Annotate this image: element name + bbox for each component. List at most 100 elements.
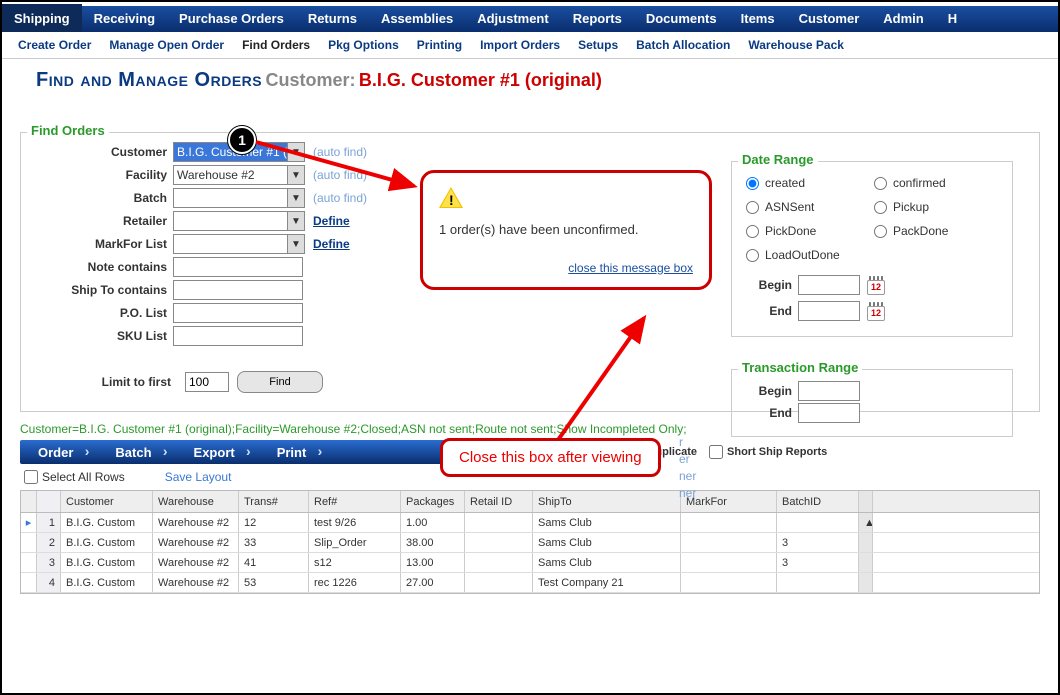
batch-select-value[interactable] — [173, 188, 287, 208]
page-title: Find and Manage Orders — [36, 69, 262, 91]
nav-item-shipping[interactable]: Shipping — [2, 4, 82, 32]
table-row[interactable]: 4B.I.G. CustomWarehouse #253rec 122627.0… — [21, 573, 1039, 593]
subnav-item-create-order[interactable]: Create Order — [18, 38, 91, 52]
label-retailer: Retailer — [33, 214, 173, 228]
nav-item-customer[interactable]: Customer — [787, 6, 872, 32]
label-tx-begin: Begin — [746, 384, 792, 398]
date-radio-loadoutdone[interactable]: LoadOutDone — [746, 244, 874, 266]
nav-item-receiving[interactable]: Receiving — [82, 6, 167, 32]
shipto-input[interactable] — [173, 280, 303, 300]
facility-select-value[interactable]: Warehouse #2 — [173, 165, 287, 185]
select-all-checkbox[interactable]: Select All Rows — [24, 470, 125, 484]
nav-item-returns[interactable]: Returns — [296, 6, 369, 32]
col-ref[interactable]: Ref# — [309, 491, 401, 512]
col-trans[interactable]: Trans# — [239, 491, 309, 512]
nav-item-purchase-orders[interactable]: Purchase Orders — [167, 6, 296, 32]
warning-icon: ! — [439, 187, 463, 211]
page-subtitle-label: Customer: — [265, 70, 355, 90]
annotation-note: Close this box after viewing — [440, 438, 661, 477]
col-packages[interactable]: Packages — [401, 491, 465, 512]
action-export[interactable]: Export — [176, 440, 259, 464]
date-radio-pickup[interactable]: Pickup — [874, 196, 1002, 218]
save-layout-link[interactable]: Save Layout — [165, 470, 232, 484]
grid-header: Customer Warehouse Trans# Ref# Packages … — [21, 491, 1039, 513]
note-input[interactable] — [173, 257, 303, 277]
subnav-item-setups[interactable]: Setups — [578, 38, 618, 52]
transaction-range-fieldset: Transaction Range Begin End — [731, 369, 1013, 437]
nav-item-adjustment[interactable]: Adjustment — [465, 6, 561, 32]
page-subtitle-customer: B.I.G. Customer #1 (original) — [359, 70, 602, 90]
nav-item-admin[interactable]: Admin — [871, 6, 935, 32]
col-warehouse[interactable]: Warehouse — [153, 491, 239, 512]
col-retailid[interactable]: Retail ID — [465, 491, 533, 512]
subnav-item-import-orders[interactable]: Import Orders — [480, 38, 560, 52]
subnav-item-find-orders[interactable]: Find Orders — [242, 38, 310, 52]
action-order[interactable]: Order — [20, 440, 97, 464]
col-shipto[interactable]: ShipTo — [533, 491, 681, 512]
sku-input[interactable] — [173, 326, 303, 346]
customer-select-toggle[interactable]: ▼ — [287, 142, 305, 162]
page-heading: Find and Manage Orders Customer: B.I.G. … — [2, 59, 1058, 92]
label-shipto: Ship To contains — [33, 283, 173, 297]
markfor-select-toggle[interactable]: ▼ — [287, 234, 305, 254]
col-customer[interactable]: Customer — [61, 491, 153, 512]
subnav-item-batch-allocation[interactable]: Batch Allocation — [636, 38, 730, 52]
markfor-select-value[interactable] — [173, 234, 287, 254]
short-ship-checkbox[interactable]: Short Ship Reports — [709, 445, 827, 459]
nav-item-items[interactable]: Items — [729, 6, 787, 32]
limit-input[interactable] — [185, 372, 229, 392]
subnav-item-warehouse-pack[interactable]: Warehouse Pack — [748, 38, 844, 52]
subnav-item-pkg-options[interactable]: Pkg Options — [328, 38, 399, 52]
date-radio-pickdone[interactable]: PickDone — [746, 220, 874, 242]
calendar-icon[interactable]: 12 — [866, 274, 886, 296]
calendar-icon[interactable]: 12 — [866, 300, 886, 322]
facility-select-toggle[interactable]: ▼ — [287, 165, 305, 185]
table-row[interactable]: ▸1B.I.G. CustomWarehouse #212test 9/261.… — [21, 513, 1039, 533]
table-row[interactable]: 2B.I.G. CustomWarehouse #233Slip_Order38… — [21, 533, 1039, 553]
close-message-link[interactable]: close this message box — [568, 261, 693, 275]
label-dr-end: End — [746, 304, 792, 318]
main-nav: ShippingReceivingPurchase OrdersReturnsA… — [2, 6, 1058, 32]
filter-form: Customer B.I.G. Customer #1 (o ▼ (auto f… — [33, 141, 423, 393]
dr-begin-input[interactable] — [798, 275, 860, 295]
customer-autofind[interactable]: (auto find) — [313, 145, 367, 159]
col-index — [37, 491, 61, 512]
nav-item-documents[interactable]: Documents — [634, 6, 729, 32]
date-radio-packdone[interactable]: PackDone — [874, 220, 1002, 242]
date-radio-asnsent[interactable]: ASNSent — [746, 196, 874, 218]
retailer-define[interactable]: Define — [313, 214, 350, 228]
grid-scrollbar[interactable] — [859, 491, 873, 512]
markfor-define[interactable]: Define — [313, 237, 350, 251]
find-button[interactable]: Find — [237, 371, 323, 393]
tx-begin-input[interactable] — [798, 381, 860, 401]
batch-select-toggle[interactable]: ▼ — [287, 188, 305, 208]
col-batchid[interactable]: BatchID — [777, 491, 859, 512]
annotation-badge-1: 1 — [228, 126, 256, 154]
date-range-legend: Date Range — [738, 152, 818, 167]
retailer-select-toggle[interactable]: ▼ — [287, 211, 305, 231]
date-radio-confirmed[interactable]: confirmed — [874, 172, 1002, 194]
table-row[interactable]: 3B.I.G. CustomWarehouse #241s1213.00Sams… — [21, 553, 1039, 573]
date-range-fieldset: Date Range createdconfirmedASNSentPickup… — [731, 161, 1013, 337]
nav-item-h[interactable]: H — [936, 6, 969, 32]
label-note: Note contains — [33, 260, 173, 274]
nav-item-reports[interactable]: Reports — [561, 6, 634, 32]
batch-autofind[interactable]: (auto find) — [313, 191, 367, 205]
tx-end-input[interactable] — [798, 403, 860, 423]
action-batch[interactable]: Batch — [97, 440, 175, 464]
date-radio-created[interactable]: created — [746, 172, 874, 194]
action-print[interactable]: Print — [259, 440, 331, 464]
subnav-item-manage-open-order[interactable]: Manage Open Order — [109, 38, 224, 52]
subnav-item-printing[interactable]: Printing — [417, 38, 462, 52]
dr-end-input[interactable] — [798, 301, 860, 321]
retailer-select-value[interactable] — [173, 211, 287, 231]
label-tx-end: End — [746, 406, 792, 420]
nav-item-assemblies[interactable]: Assemblies — [369, 6, 465, 32]
facility-autofind[interactable]: (auto find) — [313, 168, 367, 182]
col-expand — [21, 491, 37, 512]
label-dr-begin: Begin — [746, 278, 792, 292]
orders-grid: Customer Warehouse Trans# Ref# Packages … — [20, 490, 1040, 594]
label-limit: Limit to first — [37, 375, 177, 389]
tx-range-legend: Transaction Range — [738, 360, 862, 375]
po-input[interactable] — [173, 303, 303, 323]
